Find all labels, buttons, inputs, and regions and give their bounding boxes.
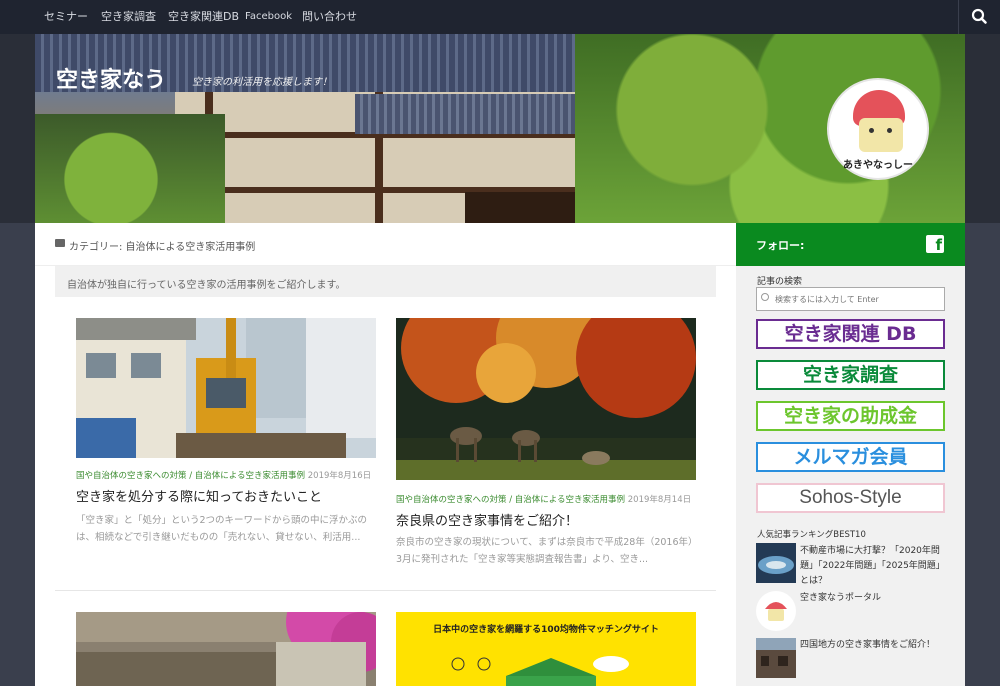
facebook-icon-glyph: f — [935, 236, 942, 254]
ranking-thumbnail[interactable] — [756, 591, 796, 631]
post-thumbnail[interactable] — [396, 318, 696, 480]
follow-label: フォロー: — [756, 239, 805, 252]
post-excerpt: 「空き家」と「処分」という2つのキーワードから頭の中に浮かぶのは、相続などで引き… — [76, 515, 368, 543]
post-title[interactable]: 奈良県の空き家事情をご紹介！ — [396, 510, 578, 529]
search-icon — [971, 8, 987, 24]
ranking-item[interactable]: 四国地方の空き家事情をご紹介！ — [800, 638, 948, 653]
ranking-thumbnail[interactable] — [756, 638, 796, 678]
category-link[interactable]: 国や自治体の空き家への対策 — [396, 495, 507, 505]
follow-header: フォロー: f — [736, 223, 965, 266]
category-description-box: 自治体が独自に行っている空き家の活用事例をご紹介します。 — [55, 266, 716, 297]
illustration — [451, 656, 629, 686]
post-category-links: 国や自治体の空き家への対策 / 自治体による空き家活用事例 2019年8月16日 — [76, 471, 372, 481]
post-thumbnail[interactable] — [76, 612, 376, 686]
folder-icon — [55, 239, 65, 247]
search-button[interactable] — [958, 0, 1000, 34]
banner-survey[interactable]: 空き家調査 — [756, 360, 945, 390]
banner-mailmag[interactable]: メルマガ会員 — [756, 442, 945, 472]
ranking-title: 人気記事ランキングBEST10 — [757, 530, 866, 540]
post-date: 2019年8月14日 — [627, 495, 692, 505]
foliage — [35, 114, 225, 223]
top-navigation: セミナー 空き家調査 空き家関連DB Facebook 問い合わせ — [0, 0, 1000, 34]
banner-sohos[interactable]: Sohos-Style — [756, 483, 945, 513]
post-excerpt: 奈良市の空き家の現状について、まずは奈良市で平成28年（2016年）3月に発刊さ… — [396, 537, 693, 565]
nav-item-facebook[interactable]: Facebook — [245, 0, 292, 34]
category-link[interactable]: 自治体による空き家活用事例 — [515, 495, 625, 505]
mascot-eye — [869, 128, 874, 133]
post-category-links: 国や自治体の空き家への対策 / 自治体による空き家活用事例 2019年8月14日 — [396, 495, 692, 505]
nav-item-db[interactable]: 空き家関連DB — [168, 0, 239, 34]
nav-item-seminar[interactable]: セミナー — [44, 0, 88, 34]
street-photo — [756, 638, 796, 678]
header-banner-image — [35, 34, 965, 223]
nav-item-contact[interactable]: 問い合わせ — [302, 0, 357, 34]
row-divider — [55, 590, 716, 591]
ranking-item[interactable]: 不動産市場に大打撃？「2020年問題」「2022年問題」「2025年問題」とは？ — [800, 544, 948, 589]
main-content: カテゴリー: 自治体による空き家活用事例 自治体が独自に行っている空き家の活用事… — [35, 223, 736, 686]
deer-photo — [396, 318, 696, 480]
category-link[interactable]: 自治体による空き家活用事例 — [195, 471, 305, 481]
nav-item-survey[interactable]: 空き家調査 — [101, 0, 156, 34]
site-title[interactable]: 空き家なう — [56, 62, 166, 94]
post-title[interactable]: 空き家を処分する際に知っておきたいこと — [76, 486, 322, 505]
sidebar: フォロー: f 記事の検索 空き家関連 DB 空き家調査 空き家の助成金 メルマ… — [736, 223, 965, 686]
mascot-eye — [887, 128, 892, 133]
category-link[interactable]: 国や自治体の空き家への対策 — [76, 471, 187, 481]
ranking-item[interactable]: 空き家なうポータル — [800, 591, 948, 606]
money-photo — [76, 612, 376, 686]
banner-db[interactable]: 空き家関連 DB — [756, 319, 945, 349]
mascot-label: あきやなっしー — [843, 160, 913, 171]
page-margin — [0, 223, 35, 686]
category-title: カテゴリー: 自治体による空き家活用事例 — [69, 242, 256, 253]
sidebar-search-input[interactable] — [756, 287, 945, 311]
post-date: 2019年8月16日 — [307, 471, 372, 481]
page-margin — [965, 223, 1000, 686]
mascot-body — [859, 118, 903, 152]
stadium-photo — [756, 543, 796, 583]
excavator-photo — [76, 318, 376, 458]
mascot-logo[interactable]: あきやなっしー — [827, 78, 929, 180]
mascot-icon — [757, 592, 795, 630]
post-thumbnail[interactable] — [76, 318, 376, 458]
category-header: カテゴリー: 自治体による空き家活用事例 — [35, 223, 736, 266]
post-thumbnail[interactable]: 日本中の空き家を網羅する100均物件マッチングサイト — [396, 612, 696, 686]
ranking-thumbnail[interactable] — [756, 543, 796, 583]
category-description: 自治体が独自に行っている空き家の活用事例をご紹介します。 — [67, 280, 346, 291]
search-label: 記事の検索 — [757, 277, 803, 287]
banner-subsidy[interactable]: 空き家の助成金 — [756, 401, 945, 431]
search-icon — [761, 293, 769, 301]
site-tagline: 空き家の利活用を応援します！ — [192, 77, 332, 88]
